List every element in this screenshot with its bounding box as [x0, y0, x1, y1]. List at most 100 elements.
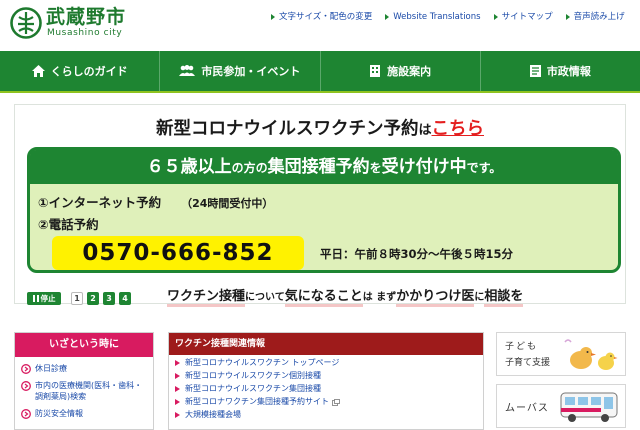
util-link-read-aloud[interactable]: 音声読み上げ — [565, 10, 625, 24]
kosodate-banner[interactable]: 子ども 子育て支援 — [496, 332, 626, 376]
banner-footer-message: ワクチン接種について気になることは まずかかりつけ医に相談を — [167, 285, 524, 307]
site-subtitle: Musashino city — [47, 28, 123, 38]
chevron-right-icon — [271, 14, 275, 20]
vaccine-link-top[interactable]: 新型コロナウイルスワクチン トップページ — [169, 358, 483, 368]
vaccine-link-individual[interactable]: 新型コロナウイルスワクチン個別接種 — [169, 371, 483, 381]
vaccine-link-label: 新型コロナウイルスワクチン個別接種 — [185, 371, 321, 380]
heading-part: 受け付け中 — [381, 157, 467, 177]
util-link-label: 文字サイズ・配色の変更 — [279, 12, 373, 22]
triangle-bullet-icon — [175, 373, 180, 379]
util-link-label: サイトマップ — [501, 12, 553, 22]
vaccine-link-large-scale[interactable]: 大規模接種会場 — [169, 410, 483, 420]
emergency-link-medical-search[interactable]: 市内の医療機関(医科・歯科・調剤薬局)検索 — [15, 380, 153, 402]
city-emblem-icon[interactable] — [10, 7, 42, 39]
footer-part: 相談を — [484, 289, 524, 307]
pause-button[interactable]: 停止 — [27, 292, 61, 305]
phone-number: 0570-666-852 — [52, 236, 304, 270]
phone-reservation-label: ②電話予約 — [38, 217, 99, 232]
nav-item-label: くらしのガイド — [50, 65, 128, 78]
triangle-bullet-icon — [175, 412, 180, 418]
vaccine-info-heading: ワクチン接種関連情報 — [169, 333, 483, 355]
home-icon — [31, 65, 45, 77]
util-link-font-size[interactable]: 文字サイズ・配色の変更 — [270, 10, 372, 24]
nav-item-facilities[interactable]: 施設案内 — [321, 51, 481, 91]
chevron-right-icon — [493, 14, 498, 20]
chevron-right-icon — [385, 14, 390, 20]
slide-button-1[interactable]: 1 — [71, 292, 83, 305]
footer-part: について — [245, 292, 285, 303]
banner-title: 新型コロナウイルスワクチン予約はこちら — [15, 115, 625, 140]
slider-controls: 停止 1 2 3 4 — [27, 292, 131, 305]
nav-item-events[interactable]: 市民参加・イベント — [160, 51, 321, 91]
emergency-link-label: 市内の医療機関(医科・歯科・調剤薬局)検索 — [35, 381, 143, 401]
nav-item-city-info[interactable]: 市政情報 — [481, 51, 640, 91]
footer-part: ワクチン接種 — [167, 289, 246, 307]
vaccine-banner[interactable]: 新型コロナウイルスワクチン予約はこちら ６５歳以上の方の集団接種予約を受け付け中… — [14, 104, 626, 307]
emergency-link-disaster-info[interactable]: 防災安全情報 — [15, 408, 153, 419]
banner-reservation-box: ６５歳以上の方の集団接種予約を受け付け中です。 ①インターネット予約 （24時間受… — [27, 147, 621, 273]
slide-button-3[interactable]: 3 — [103, 292, 115, 305]
footer-part: は まず — [362, 292, 397, 303]
birds-illustration-icon — [564, 339, 618, 370]
triangle-bullet-icon — [175, 386, 180, 392]
emergency-panel: いざという時に 休日診療 市内の医療機関(医科・歯科・調剤薬局)検索 防災安全情… — [14, 332, 154, 430]
main-nav: くらしのガイド 市民参加・イベント 施設案内 市政情報 — [0, 51, 640, 93]
slide-button-4[interactable]: 4 — [119, 292, 131, 305]
emergency-heading: いざという時に — [15, 333, 153, 357]
internet-reservation-line: ①インターネット予約 （24時間受付中） — [38, 192, 273, 211]
triangle-bullet-icon — [175, 399, 180, 405]
site-header: 武蔵野市 Musashino city 文字サイズ・配色の変更 Website … — [0, 0, 640, 46]
util-link-translations[interactable]: Website Translations — [384, 10, 481, 24]
emergency-link-label: 休日診療 — [35, 364, 67, 373]
utility-links: 文字サイズ・配色の変更 Website Translations サイトマップ … — [270, 10, 640, 24]
circle-arrow-icon — [21, 409, 31, 419]
chevron-right-icon — [565, 14, 570, 20]
util-link-sitemap[interactable]: サイトマップ — [493, 10, 553, 24]
vaccine-link-label: 新型コロナウイルスワクチン トップページ — [185, 358, 340, 367]
heading-part: です。 — [466, 161, 502, 175]
vaccine-link-label: 新型コロナワクチン集団接種予約サイト — [185, 397, 329, 406]
banner-title-main: 新型コロナウイルスワクチン予約 — [155, 119, 419, 139]
pause-icon — [32, 295, 39, 302]
internet-reservation-label: ①インターネット予約 — [38, 195, 162, 210]
vaccine-link-label: 大規模接種会場 — [185, 410, 241, 419]
emergency-link-holiday-clinic[interactable]: 休日診療 — [15, 363, 153, 374]
kosodate-line1: 子ども — [505, 342, 539, 352]
circle-arrow-icon — [21, 364, 31, 374]
internet-reservation-note: （24時間受付中） — [181, 197, 274, 210]
footer-part: に — [474, 292, 485, 303]
nav-item-label: 市政情報 — [546, 65, 591, 78]
vaccine-link-label: 新型コロナウイルスワクチン集団接種 — [185, 384, 321, 393]
circle-arrow-icon — [21, 381, 31, 391]
document-icon — [529, 65, 541, 77]
util-link-label: 音声読み上げ — [573, 12, 625, 22]
site-title[interactable]: 武蔵野市 — [46, 7, 126, 27]
vaccine-link-group[interactable]: 新型コロナウイルスワクチン集団接種 — [169, 384, 483, 394]
triangle-bullet-icon — [175, 360, 180, 366]
bus-icon — [560, 392, 618, 422]
external-link-icon — [332, 398, 340, 406]
slide-button-2[interactable]: 2 — [87, 292, 99, 305]
banner-title-link[interactable]: こちら — [432, 119, 485, 139]
people-icon — [179, 65, 196, 76]
banner-slide: 新型コロナウイルスワクチン予約はこちら ６５歳以上の方の集団接種予約を受け付け中… — [15, 105, 625, 285]
kosodate-line2: 子育て支援 — [505, 358, 551, 368]
phone-hours: 平日：午前８時30分～午後５時15分 — [320, 247, 514, 261]
emergency-link-label: 防災安全情報 — [35, 409, 83, 418]
nav-item-label: 施設案内 — [387, 65, 432, 78]
vaccine-info-panel: ワクチン接種関連情報 新型コロナウイルスワクチン トップページ 新型コロナウイル… — [168, 332, 484, 430]
heading-part: ６５歳以上 — [146, 157, 232, 177]
mooba-banner[interactable]: ムーバス — [496, 384, 626, 428]
heading-part: の方の — [231, 161, 268, 175]
nav-item-living-guide[interactable]: くらしのガイド — [0, 51, 161, 91]
util-link-label: Website Translations — [393, 12, 481, 22]
banner-title-particle: は — [418, 123, 432, 138]
banner-reservation-heading: ６５歳以上の方の集団接種予約を受け付け中です。 — [30, 150, 618, 184]
vaccine-link-reservation-site[interactable]: 新型コロナワクチン集団接種予約サイト — [169, 397, 483, 407]
footer-part: 気になること — [284, 289, 363, 307]
nav-item-label: 市民参加・イベント — [201, 65, 301, 78]
mooba-label: ムーバス — [505, 403, 549, 414]
building-icon — [370, 65, 381, 77]
pause-label: 停止 — [40, 294, 56, 303]
side-banners: 子ども 子育て支援 ムーバス — [496, 332, 626, 430]
